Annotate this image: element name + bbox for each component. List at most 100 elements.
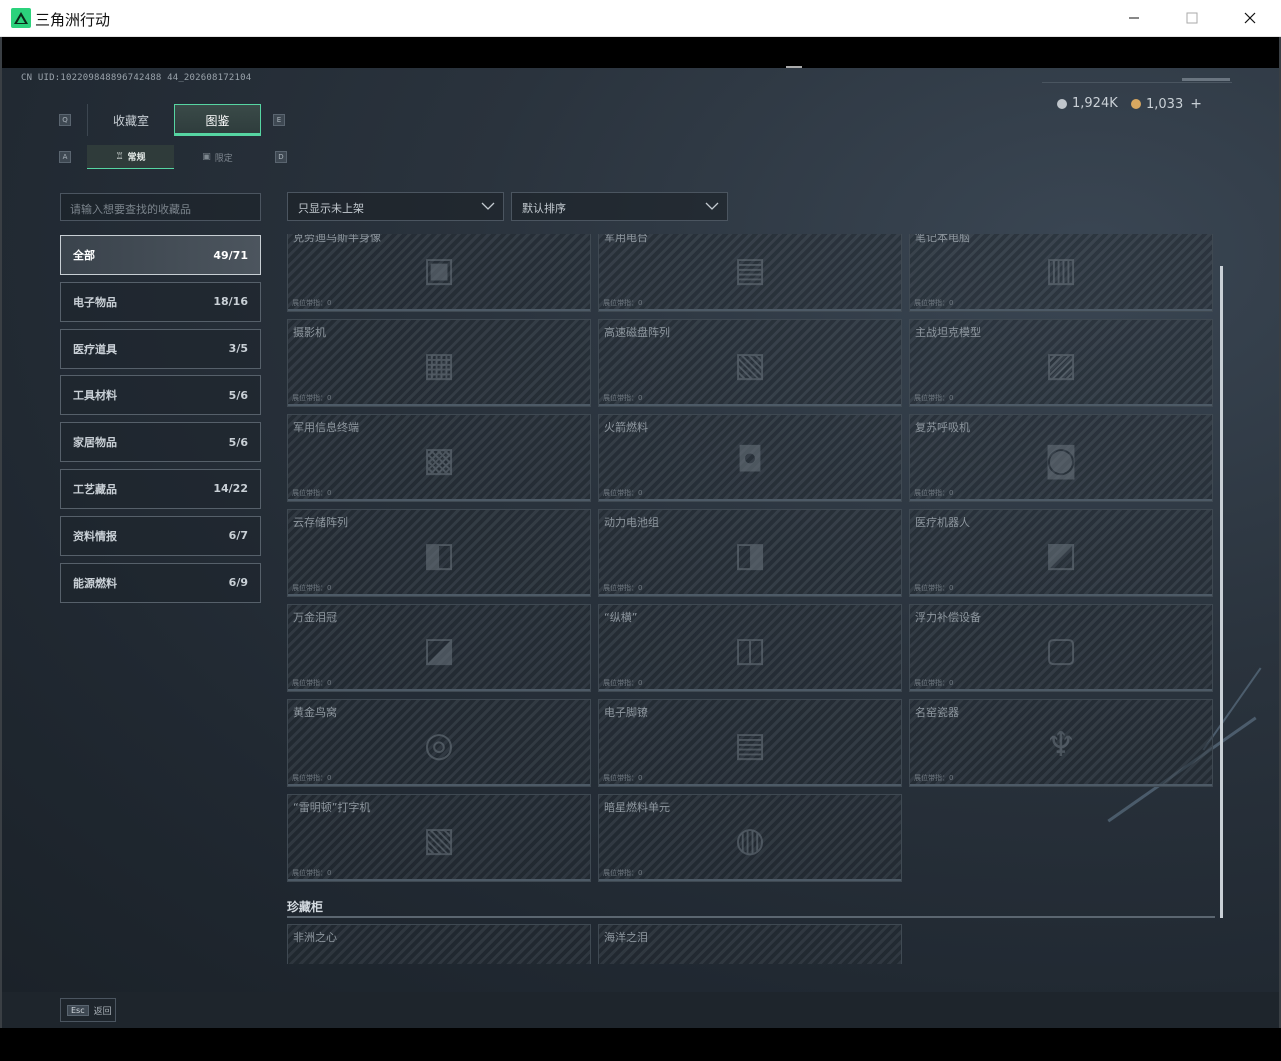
card-slot-label: 展位带指：0 <box>292 489 332 497</box>
currency-gold-value: 1,033 <box>1146 96 1184 112</box>
currency-gold: 1,033 + <box>1131 96 1202 112</box>
card-slot-label: 展位带指：0 <box>914 489 954 497</box>
subtab-regular[interactable]: ♖ 常规 <box>87 145 174 169</box>
minimize-button[interactable] <box>1105 0 1163 36</box>
category-label: 医疗道具 <box>73 342 117 356</box>
grid-scrollbar[interactable] <box>1220 266 1223 918</box>
maximize-button[interactable] <box>1163 0 1221 36</box>
top-indicator <box>1182 78 1230 81</box>
bottom-bar: Esc 返回 <box>2 992 1279 1028</box>
key-hint-q: Q <box>59 114 71 126</box>
collection-card[interactable]: ◧ 云存储阵列 展位带指：0 <box>287 509 591 597</box>
item-grid: ▣ 克劳迪乌斯半身像 展位带指：0 ▤ 军用电台展位带指：0 ▥ 笔记本电脑展位带指：0 ▦ 摄… <box>287 234 1217 964</box>
filter-dropdown[interactable]: 只显示未上架 <box>287 192 504 221</box>
category-count: 18/16 <box>213 295 248 309</box>
collection-card[interactable]: ▧ 高速磁盘阵列 展位带指：0 <box>598 319 902 407</box>
item-image-icon: ▤ <box>733 725 767 765</box>
limited-icon: ▣ <box>202 152 211 162</box>
category-item[interactable]: 家居物品 5/6 <box>60 422 261 463</box>
main-tabs: 收藏室 图鉴 <box>87 104 261 136</box>
section-divider <box>287 916 1215 918</box>
collection-card[interactable]: ◙ 复苏呼吸机 展位带指：0 <box>909 414 1213 502</box>
tab-catalog[interactable]: 图鉴 <box>174 104 261 136</box>
collection-card[interactable]: ▨ 主战坦克模型 展位带指：0 <box>909 319 1213 407</box>
category-label: 工艺藏品 <box>73 482 117 496</box>
collection-card[interactable]: ◘ 火箭燃料 展位带指：0 <box>598 414 902 502</box>
collection-card[interactable]: 海洋之泪 <box>598 924 902 964</box>
close-button[interactable] <box>1221 0 1279 36</box>
esc-key-hint: Esc <box>67 1004 89 1016</box>
collection-card[interactable]: ♆ 名窑瓷器 展位带指：0 <box>909 699 1213 787</box>
currency-silver-value: 1,924K <box>1072 96 1118 111</box>
category-label: 全部 <box>73 249 95 262</box>
subtab-regular-label: 常规 <box>127 153 146 163</box>
collection-card[interactable]: ▤ 军用电台 展位带指：0 <box>598 234 902 312</box>
collection-card[interactable]: ◎ 黄金鸟窝展位带指：0 <box>287 699 591 787</box>
card-slot-label: 展位带指：0 <box>292 869 332 877</box>
card-name: 名窑瓷器 <box>915 706 959 719</box>
card-slot-label: 展位带指：0 <box>603 679 643 687</box>
card-slot-label: 展位带指：0 <box>603 489 643 497</box>
item-image-icon: ◎ <box>424 725 454 765</box>
subtab-limited-label: 限定 <box>214 153 233 164</box>
subtab-limited[interactable]: ▣ 限定 <box>174 145 261 169</box>
collection-card[interactable]: ◨ 动力电池组 展位带指：0 <box>598 509 902 597</box>
collection-card[interactable]: ▢ 浮力补偿设备 展位带指：0 <box>909 604 1213 692</box>
collection-card[interactable]: ▣ 克劳迪乌斯半身像 展位带指：0 <box>287 234 591 312</box>
key-hint-d: D <box>275 151 287 163</box>
card-slot-label: 展位带指：0 <box>603 394 643 402</box>
chevron-down-icon <box>481 202 495 210</box>
card-slot-label: 展位带指：0 <box>603 869 643 877</box>
item-image-icon: ▣ <box>422 250 456 290</box>
category-item[interactable]: 工艺藏品 14/22 <box>60 468 261 509</box>
category-item[interactable]: 能源燃料 6/9 <box>60 562 261 603</box>
item-image-icon: ◩ <box>1044 535 1078 575</box>
collection-card[interactable]: ◫ “纵横” 展位带指：0 <box>598 604 902 692</box>
card-name: 电子脚镣 <box>604 706 648 719</box>
tab-collection-room[interactable]: 收藏室 <box>87 104 174 136</box>
silver-coin-icon <box>1057 98 1067 109</box>
item-image-icon: ◍ <box>735 820 765 860</box>
sub-tabs: ♖ 常规 ▣ 限定 <box>87 145 261 169</box>
key-hint-e: E <box>273 114 285 126</box>
category-item[interactable]: 医疗道具 3/5 <box>60 328 261 369</box>
search-input[interactable]: 请输入想要查找的收藏品 <box>60 193 261 221</box>
collection-card[interactable]: ◍ 暗星燃料单元 展位带指：0 <box>598 794 902 882</box>
item-image-icon: ▧ <box>733 345 767 385</box>
card-slot-label: 展位带指：0 <box>603 299 643 307</box>
back-button[interactable]: Esc 返回 <box>60 998 116 1022</box>
category-item[interactable]: 全部 49/71 <box>60 235 261 275</box>
card-slot-label: 展位带指：0 <box>914 394 954 402</box>
card-name: 医疗机器人 <box>915 516 970 529</box>
add-currency-button[interactable]: + <box>1190 96 1202 112</box>
card-slot-label: 展位带指：0 <box>292 679 332 687</box>
key-hint-a: A <box>59 151 71 163</box>
collection-card[interactable]: ◪ 万金泪冠 展位带指：0 <box>287 604 591 692</box>
category-count: 6/7 <box>228 529 248 543</box>
category-item[interactable]: 资料情报 6/7 <box>60 515 261 556</box>
sort-dropdown[interactable]: 默认排序 <box>511 192 728 221</box>
collection-card[interactable]: 非洲之心 <box>287 924 591 964</box>
app-logo-icon <box>11 8 31 28</box>
item-image-icon: ◧ <box>422 535 456 575</box>
category-count: 14/22 <box>213 482 248 496</box>
collection-card[interactable]: ◩ 医疗机器人 展位带指：0 <box>909 509 1213 597</box>
collection-card[interactable]: ▦ 摄影机 展位带指：0 <box>287 319 591 407</box>
category-item[interactable]: 工具材料 5/6 <box>60 375 261 416</box>
card-name: 军用电台 <box>604 234 648 244</box>
card-slot-label: 展位带指：0 <box>292 774 332 782</box>
collection-card[interactable]: ▩ 军用信息终端 展位带指：0 <box>287 414 591 502</box>
card-name: 黄金鸟窝 <box>293 706 337 719</box>
collection-card[interactable]: ▧ “雷明顿”打字机 展位带指：0 <box>287 794 591 882</box>
card-name: 复苏呼吸机 <box>915 421 970 434</box>
card-name: 笔记本电脑 <box>915 234 970 244</box>
category-count: 5/6 <box>228 388 248 402</box>
collection-card[interactable]: ▤ 电子脚镣 展位带指：0 <box>598 699 902 787</box>
card-name: “纵横” <box>604 611 638 624</box>
letterbox-top <box>0 37 1281 68</box>
category-item[interactable]: 电子物品 18/16 <box>60 281 261 322</box>
letterbox-bottom <box>0 1028 1281 1061</box>
collection-card[interactable]: ▥ 笔记本电脑 展位带指：0 <box>909 234 1213 312</box>
item-image-icon: ▥ <box>1044 250 1078 290</box>
card-name: 非洲之心 <box>293 931 337 944</box>
